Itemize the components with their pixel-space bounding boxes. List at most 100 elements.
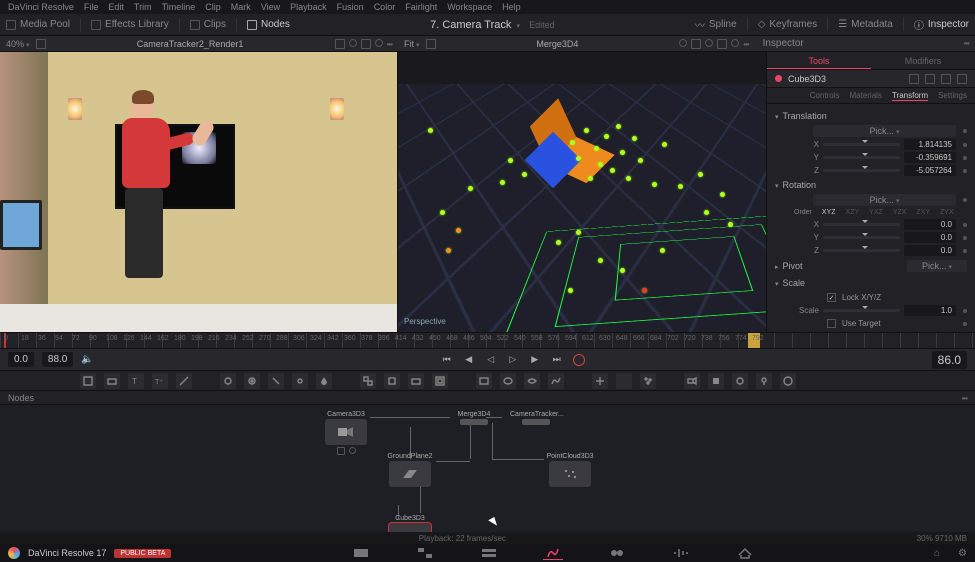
rotation-y-slider[interactable] xyxy=(823,236,900,239)
step-back-button[interactable]: ◀ xyxy=(462,353,476,367)
tool-render3d[interactable] xyxy=(780,373,796,389)
node-cameratracker[interactable]: CameraTracker... xyxy=(510,411,562,425)
lock-icon[interactable] xyxy=(941,74,951,84)
page-edit[interactable] xyxy=(479,546,499,560)
tool-text3d[interactable]: T⁺ xyxy=(152,373,168,389)
right-viewer-3d[interactable]: Perspective xyxy=(398,52,766,332)
node-groundplane[interactable]: GroundPlane2 xyxy=(384,453,436,487)
translation-y-value[interactable]: -0.359691 xyxy=(904,152,956,163)
menu-timeline[interactable]: Timeline xyxy=(162,2,196,12)
tool-tracker[interactable] xyxy=(592,373,608,389)
order-yzx[interactable]: YZX xyxy=(890,209,910,216)
order-zyx[interactable]: ZYX xyxy=(937,209,957,216)
tool-blur[interactable] xyxy=(244,373,260,389)
node-cube3d[interactable]: Cube3D3 xyxy=(384,515,436,532)
view1-icon[interactable] xyxy=(337,447,345,455)
versions-icon[interactable] xyxy=(909,74,919,84)
view-layout-icon[interactable] xyxy=(36,39,46,49)
tool-merge[interactable] xyxy=(360,373,376,389)
tool-bspline[interactable] xyxy=(548,373,564,389)
clips-button[interactable]: Clips xyxy=(190,19,226,30)
tool-transform[interactable] xyxy=(384,373,400,389)
reset-icon[interactable] xyxy=(957,74,967,84)
tool-ellipse[interactable] xyxy=(500,373,516,389)
keyframe-dot[interactable] xyxy=(963,143,967,147)
time-ruler[interactable]: 0183654729010812614416218019821623425227… xyxy=(0,332,975,348)
tool-particles[interactable] xyxy=(640,373,656,389)
tool-bg[interactable] xyxy=(80,373,96,389)
tool-polygon[interactable] xyxy=(524,373,540,389)
tool-image3d[interactable] xyxy=(708,373,724,389)
inspector-button[interactable]: ⓘInspector xyxy=(914,17,969,32)
wireframe-icon[interactable] xyxy=(691,39,701,49)
translation-pick-button[interactable]: Pick... xyxy=(813,125,956,137)
menu-view[interactable]: View xyxy=(261,2,280,12)
nodes-menu-icon[interactable] xyxy=(962,393,967,403)
translation-z-slider[interactable] xyxy=(823,169,900,172)
menu-fusion[interactable]: Fusion xyxy=(337,2,364,12)
tool-paint[interactable] xyxy=(104,373,120,389)
subtab-settings[interactable]: Settings xyxy=(938,91,967,100)
page-color[interactable] xyxy=(607,546,627,560)
step-fwd-button[interactable]: ▶ xyxy=(528,353,542,367)
menu-color[interactable]: Color xyxy=(374,2,396,12)
inspector-tab-modifiers[interactable]: Modifiers xyxy=(871,52,975,69)
more-icon[interactable] xyxy=(387,39,392,49)
play-button[interactable]: ▷ xyxy=(506,353,520,367)
translation-x-slider[interactable] xyxy=(823,143,900,146)
out-frame[interactable]: 88.0 xyxy=(42,352,73,367)
tool-colorcorrect[interactable] xyxy=(268,373,284,389)
order-yxz[interactable]: YXZ xyxy=(866,209,886,216)
subtab-controls[interactable]: Controls xyxy=(810,91,840,100)
node-pointcloud[interactable]: PointCloud3D3 xyxy=(544,453,596,487)
subtab-transform[interactable]: Transform xyxy=(892,91,928,101)
translation-y-slider[interactable] xyxy=(823,156,900,159)
inspector-node-header[interactable]: Cube3D3 xyxy=(767,70,975,88)
page-fairlight[interactable] xyxy=(671,546,691,560)
fit-dropdown[interactable]: Fit xyxy=(404,39,420,49)
current-frame[interactable]: 86.0 xyxy=(932,351,967,369)
order-xzy[interactable]: XZY xyxy=(843,209,863,216)
in-frame[interactable]: 0.0 xyxy=(8,352,34,367)
play-reverse-button[interactable]: ◁ xyxy=(484,353,498,367)
rotation-pick-button[interactable]: Pick... xyxy=(813,194,956,206)
menu-file[interactable]: File xyxy=(84,2,99,12)
media-pool-button[interactable]: Media Pool xyxy=(6,19,70,30)
home-icon[interactable]: ⌂ xyxy=(934,548,940,559)
menu-playback[interactable]: Playback xyxy=(290,2,327,12)
keyframes-button[interactable]: ◇Keyframes xyxy=(758,17,818,32)
more-icon-2[interactable] xyxy=(743,39,748,49)
rotation-z-slider[interactable] xyxy=(823,249,900,252)
inspector-tab-tools[interactable]: Tools xyxy=(767,52,871,69)
menu-trim[interactable]: Trim xyxy=(134,2,152,12)
tool-drop[interactable] xyxy=(316,373,332,389)
metadata-button[interactable]: ☰Metadata xyxy=(838,17,893,32)
pivot-pick-button[interactable]: Pick... xyxy=(907,260,967,272)
tool-matte[interactable] xyxy=(432,373,448,389)
rotation-x-value[interactable]: 0.0 xyxy=(904,219,956,230)
rotation-z-value[interactable]: 0.0 xyxy=(904,245,956,256)
menu-mark[interactable]: Mark xyxy=(231,2,251,12)
tool-shape3d[interactable] xyxy=(732,373,748,389)
tool-camera3d[interactable] xyxy=(684,373,700,389)
menu-fairlight[interactable]: Fairlight xyxy=(405,2,437,12)
viewmode-icon[interactable] xyxy=(361,39,371,49)
viewmode-icon-2[interactable] xyxy=(717,39,727,49)
tool-resize[interactable] xyxy=(408,373,424,389)
page-cut[interactable] xyxy=(415,546,435,560)
order-xyz[interactable]: XYZ xyxy=(819,209,839,216)
expand-pivot-icon[interactable] xyxy=(775,261,779,271)
menu-app[interactable]: DaVinci Resolve xyxy=(8,2,74,12)
loop-button[interactable] xyxy=(572,353,586,367)
roi-icon[interactable] xyxy=(375,39,383,47)
go-end-button[interactable]: ⏭ xyxy=(550,353,564,367)
settings-icon[interactable]: ⚙ xyxy=(958,548,967,559)
expand-translation-icon[interactable] xyxy=(775,111,779,121)
subview-icon[interactable] xyxy=(335,39,345,49)
use-target-checkbox[interactable] xyxy=(827,319,836,328)
node-camera3d[interactable]: Camera3D3 xyxy=(320,411,372,455)
scale-slider[interactable] xyxy=(823,309,900,312)
tool-text[interactable]: T xyxy=(128,373,144,389)
tool-rectangle[interactable] xyxy=(476,373,492,389)
inspector-menu-icon[interactable] xyxy=(964,38,969,49)
